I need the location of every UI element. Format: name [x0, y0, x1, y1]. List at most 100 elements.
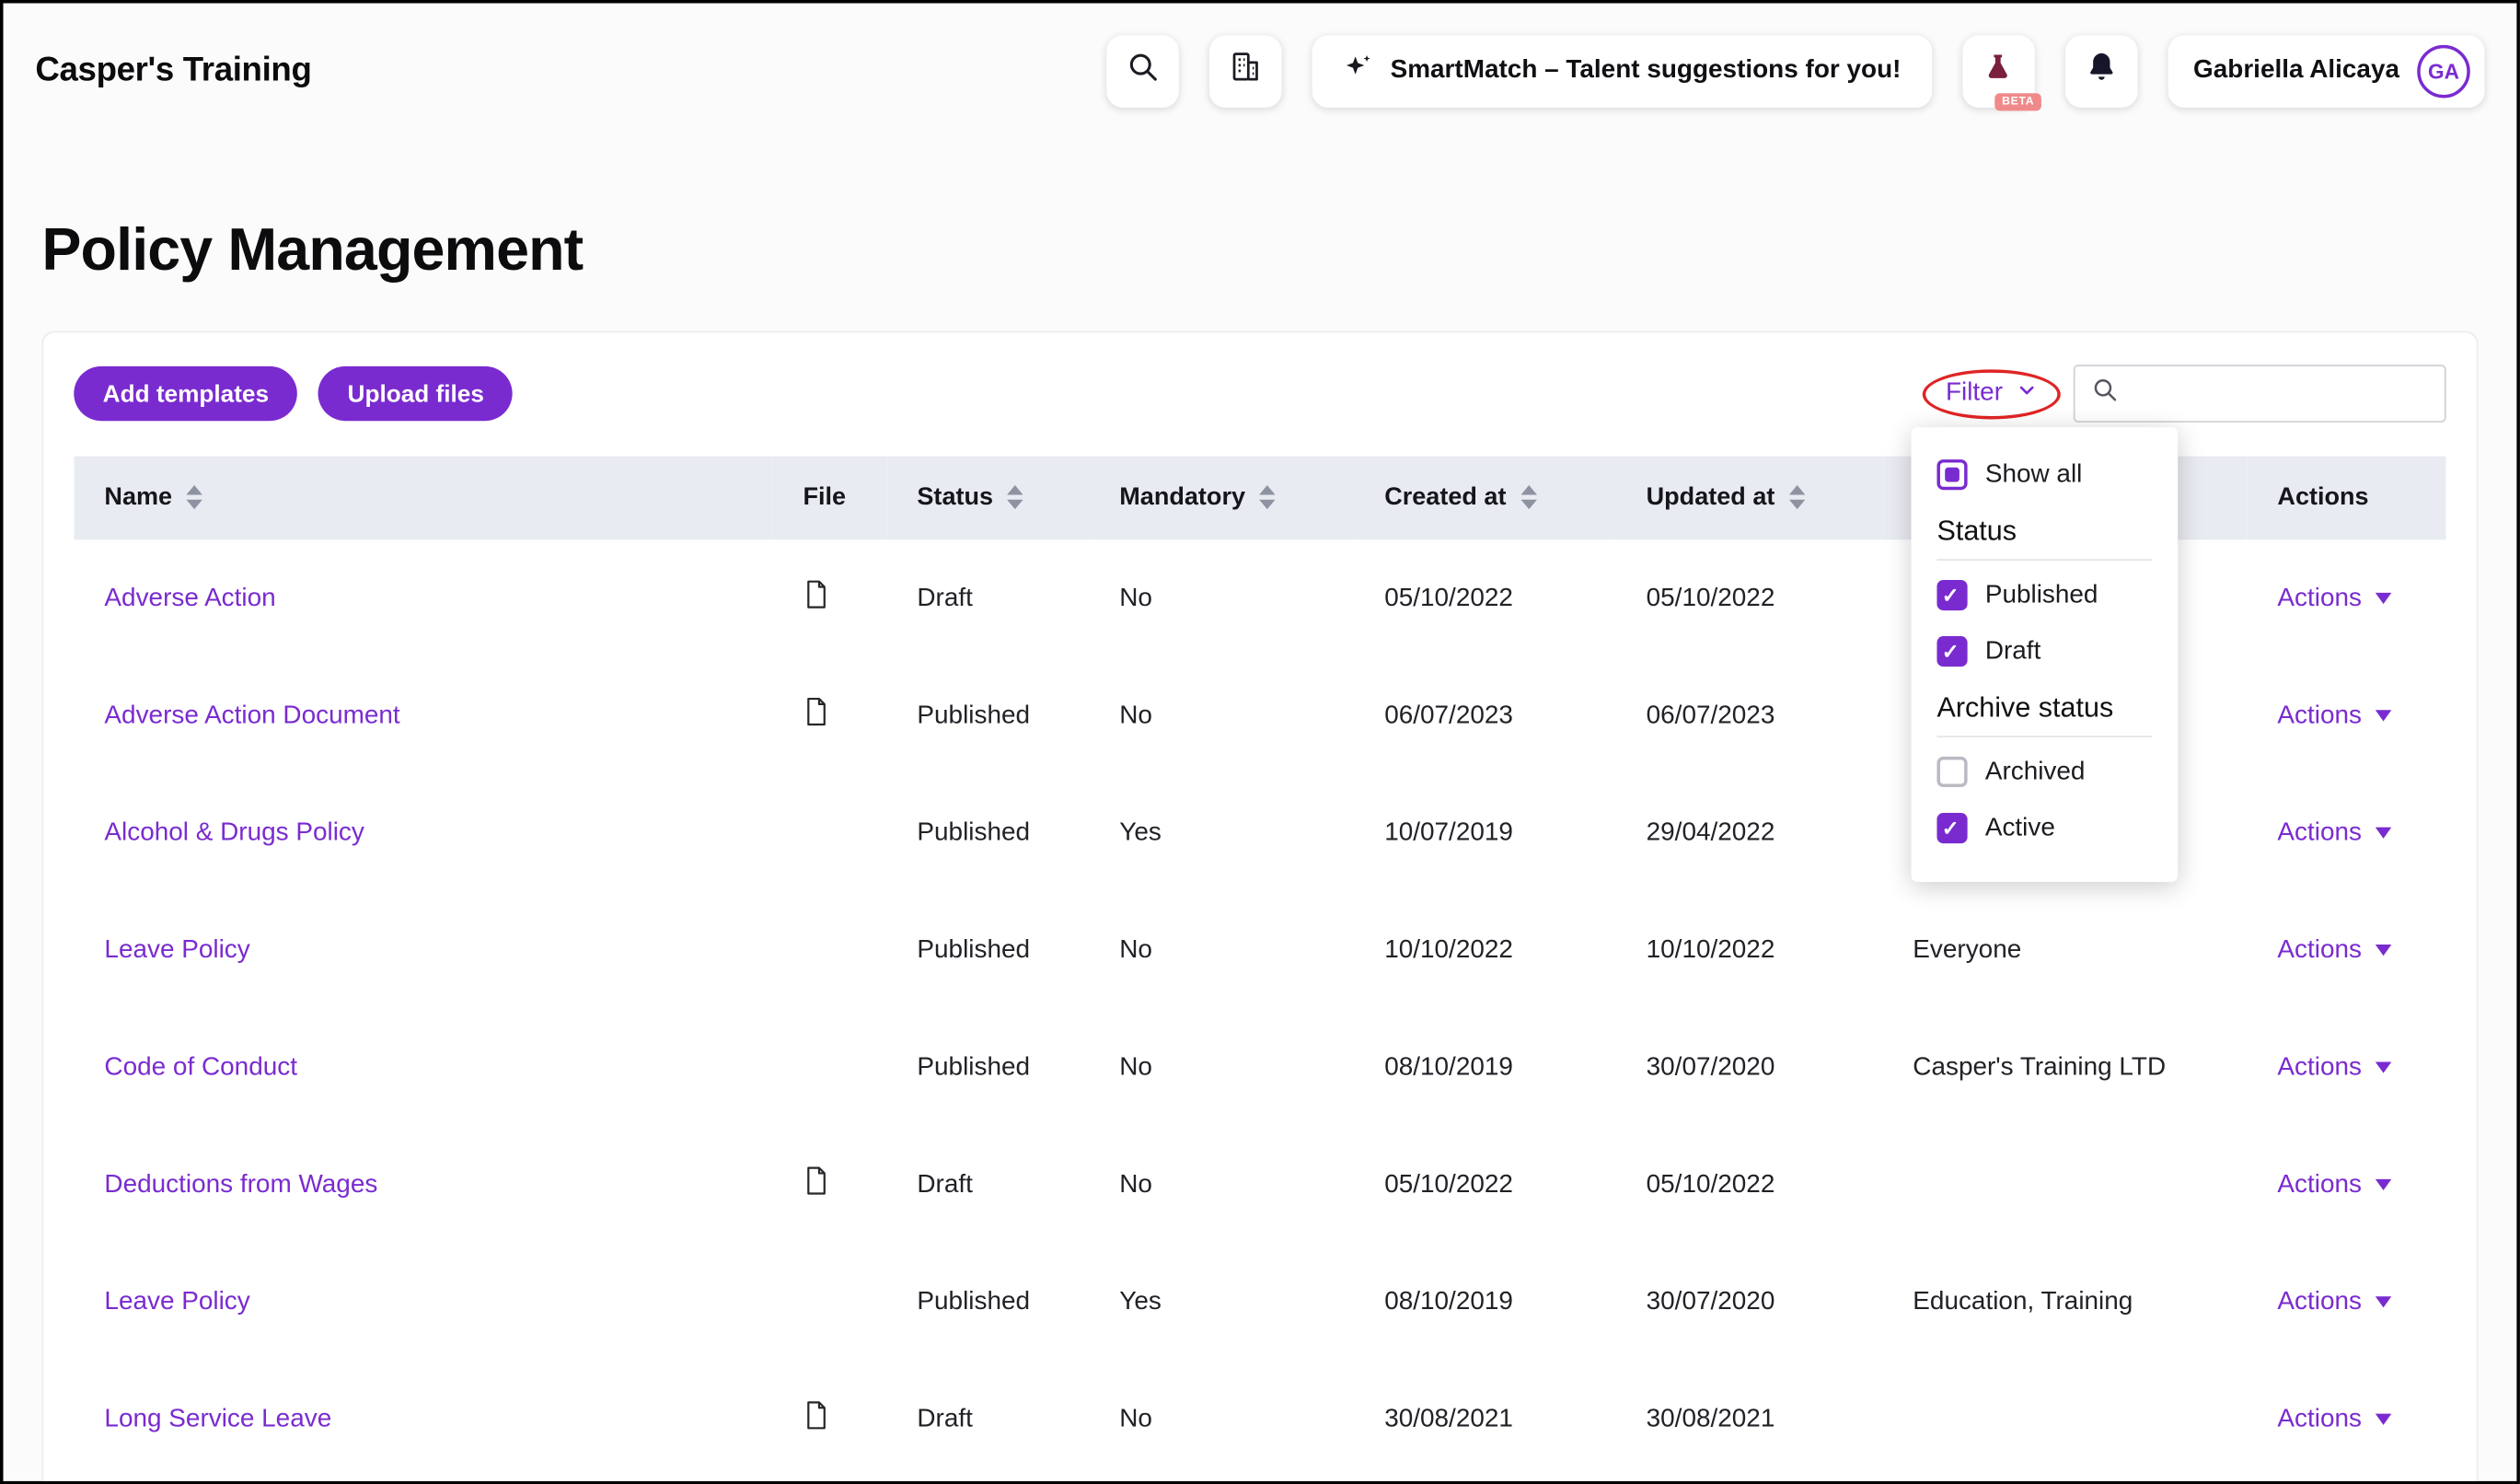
- status-cell: Published: [886, 1244, 1089, 1361]
- smartmatch-button[interactable]: SmartMatch – Talent suggestions for you!: [1312, 35, 1932, 108]
- filter-option-published[interactable]: Published: [1936, 567, 2152, 623]
- audience-cell: [1882, 1126, 2247, 1243]
- checkbox-icon[interactable]: [1936, 580, 1967, 610]
- actions-button[interactable]: Actions: [2277, 1170, 2392, 1199]
- mandatory-cell: Yes: [1089, 774, 1354, 891]
- column-header-updated-at[interactable]: Updated at: [1615, 457, 1882, 540]
- created-at-cell: 10/10/2022: [1354, 891, 1615, 1008]
- sort-icon[interactable]: [1789, 486, 1805, 510]
- sparkle-icon: [1342, 52, 1372, 90]
- status-cell: Draft: [886, 1361, 1089, 1478]
- search-button[interactable]: [1106, 35, 1179, 108]
- updated-at-cell: 05/10/2022: [1615, 539, 1882, 656]
- checkbox-icon[interactable]: [1936, 757, 1967, 787]
- created-at-cell: 30/08/2021: [1354, 1361, 1615, 1478]
- filter-option-draft[interactable]: Draft: [1936, 623, 2152, 679]
- file-icon[interactable]: [803, 696, 829, 728]
- updated-at-cell: 05/10/2022: [1615, 1126, 1882, 1243]
- screen: Casper's Training SmartMatch – Talent su…: [0, 0, 2520, 1484]
- column-label: Created at: [1384, 483, 1506, 511]
- checkbox-icon[interactable]: [1936, 636, 1967, 667]
- filter-option-label: Active: [1985, 814, 2055, 842]
- filter-option-label: Published: [1985, 581, 2098, 609]
- actions-button[interactable]: Actions: [2277, 935, 2392, 964]
- filter-option-label: Show all: [1985, 460, 2083, 489]
- policy-name-link[interactable]: Leave Policy: [104, 935, 249, 963]
- mandatory-cell: Yes: [1089, 1244, 1354, 1361]
- file-icon[interactable]: [803, 1399, 829, 1432]
- policy-name-link[interactable]: Code of Conduct: [104, 1053, 297, 1081]
- status-cell: Published: [886, 774, 1089, 891]
- policy-name-link[interactable]: Adverse Action: [104, 584, 275, 611]
- filter-menu-sections: StatusPublishedDraftArchive statusArchiv…: [1936, 514, 2152, 856]
- flask-icon: [1982, 51, 2015, 91]
- company-button[interactable]: [1208, 35, 1281, 108]
- top-bar-actions: SmartMatch – Talent suggestions for you!…: [1106, 35, 2485, 108]
- column-header-mandatory[interactable]: Mandatory: [1089, 457, 1354, 540]
- column-header-status[interactable]: Status: [886, 457, 1089, 540]
- table-search: [2074, 365, 2446, 423]
- filter-section-heading-status: Status: [1936, 514, 2152, 561]
- caret-down-icon: [2376, 710, 2392, 721]
- filter-option-show-all[interactable]: Show all: [1936, 446, 2152, 503]
- policy-name-link[interactable]: Leave Policy: [104, 1288, 249, 1316]
- column-header-created-at[interactable]: Created at: [1354, 457, 1615, 540]
- column-label: Name: [104, 483, 172, 511]
- actions-button[interactable]: Actions: [2277, 1288, 2392, 1316]
- filter-button[interactable]: Filter: [1946, 378, 2038, 409]
- top-bar: Casper's Training SmartMatch – Talent su…: [3, 3, 2516, 138]
- upload-files-button[interactable]: Upload files: [318, 366, 513, 421]
- column-label: File: [803, 483, 847, 511]
- audience-cell: Education, Training: [1882, 1244, 2247, 1361]
- column-header-name[interactable]: Name: [74, 457, 772, 540]
- updated-at-cell: 30/07/2020: [1615, 1009, 1882, 1126]
- updated-at-cell: 30/07/2020: [1615, 1244, 1882, 1361]
- show-all-checkbox[interactable]: [1936, 459, 1967, 490]
- notifications-button[interactable]: [2064, 35, 2137, 108]
- caret-down-icon: [2376, 1296, 2392, 1307]
- column-label: Actions: [2277, 483, 2368, 511]
- policy-name-link[interactable]: Deductions from Wages: [104, 1170, 377, 1198]
- filter-option-active[interactable]: Active: [1936, 800, 2152, 856]
- policy-card: Add templates Upload files Filter: [41, 330, 2478, 1484]
- file-icon[interactable]: [803, 578, 829, 610]
- policy-name-link[interactable]: Adverse Action Document: [104, 701, 399, 729]
- sort-icon[interactable]: [187, 486, 202, 510]
- search-icon: [1126, 50, 1160, 91]
- audience-cell: [1882, 1361, 2247, 1478]
- chevron-down-icon: [2016, 378, 2038, 409]
- filter-option-archived[interactable]: Archived: [1936, 744, 2152, 800]
- policy-name-link[interactable]: Long Service Leave: [104, 1405, 331, 1432]
- checkbox-icon[interactable]: [1936, 813, 1967, 843]
- policy-name-link[interactable]: Alcohol & Drugs Policy: [104, 818, 364, 846]
- add-templates-button[interactable]: Add templates: [74, 366, 297, 421]
- actions-button[interactable]: Actions: [2277, 584, 2392, 612]
- actions-button[interactable]: Actions: [2277, 1405, 2392, 1433]
- table-row: Leave PolicyPublishedYes08/10/201930/07/…: [74, 1244, 2445, 1361]
- caret-down-icon: [2376, 945, 2392, 956]
- mandatory-cell: No: [1089, 657, 1354, 774]
- sort-icon[interactable]: [1008, 486, 1023, 510]
- status-cell: Published: [886, 1009, 1089, 1126]
- actions-button[interactable]: Actions: [2277, 1053, 2392, 1082]
- created-at-cell: 08/10/2019: [1354, 1009, 1615, 1126]
- sort-icon[interactable]: [1260, 486, 1276, 510]
- created-at-cell: 05/10/2022: [1354, 1126, 1615, 1243]
- mandatory-cell: No: [1089, 1126, 1354, 1243]
- filter-label: Filter: [1946, 379, 2003, 408]
- sort-icon[interactable]: [1520, 486, 1536, 510]
- toolbar-right: Filter: [1924, 365, 2446, 423]
- updated-at-cell: 29/04/2022: [1615, 774, 1882, 891]
- labs-button[interactable]: BETA: [1962, 35, 2035, 108]
- search-input[interactable]: [2132, 378, 2429, 409]
- actions-button[interactable]: Actions: [2277, 818, 2392, 847]
- user-menu[interactable]: Gabriella Alicaya GA: [2167, 35, 2484, 108]
- column-label: Status: [917, 483, 993, 511]
- filter-option-label: Archived: [1985, 758, 2086, 786]
- file-icon[interactable]: [803, 1165, 829, 1197]
- table-row: Code of ConductPublishedNo08/10/201930/0…: [74, 1009, 2445, 1126]
- created-at-cell: 05/10/2022: [1354, 539, 1615, 656]
- caret-down-icon: [2376, 1414, 2392, 1425]
- table-row: Long Service LeaveDraftNo30/08/202130/08…: [74, 1361, 2445, 1478]
- actions-button[interactable]: Actions: [2277, 701, 2392, 730]
